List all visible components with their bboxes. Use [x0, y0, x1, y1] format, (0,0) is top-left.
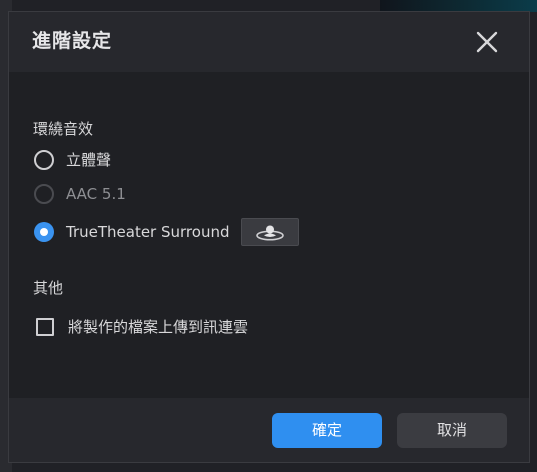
other-section-label: 其他: [33, 279, 64, 297]
dialog-body: 環繞音效 立體聲 AAC 5.1 TrueTheater Surround 其他: [9, 72, 529, 398]
upload-checkbox-label: 將製作的檔案上傳到訊連雲: [68, 318, 249, 336]
surround-section-label: 環繞音效: [33, 120, 94, 138]
radio-option-aac51: AAC 5.1: [34, 182, 126, 206]
ok-button[interactable]: 確定: [272, 413, 382, 448]
upload-checkbox[interactable]: [36, 318, 54, 336]
close-button[interactable]: [473, 28, 501, 56]
radio-aac51-label: AAC 5.1: [66, 185, 126, 203]
radio-truetheater[interactable]: [34, 222, 54, 242]
radio-option-truetheater[interactable]: TrueTheater Surround: [34, 217, 300, 247]
close-icon: [476, 31, 498, 53]
advanced-settings-dialog: 進階設定 環繞音效 立體聲 AAC 5.1 TrueTheater Surrou…: [8, 11, 530, 463]
surround-settings-icon: [256, 225, 285, 241]
surround-settings-button[interactable]: [241, 218, 300, 246]
radio-truetheater-label: TrueTheater Surround: [66, 223, 230, 241]
dialog-title: 進階設定: [32, 30, 113, 52]
radio-option-stereo[interactable]: 立體聲: [34, 148, 111, 172]
radio-aac51: [34, 184, 54, 204]
upload-option[interactable]: 將製作的檔案上傳到訊連雲: [36, 316, 248, 338]
dialog-footer: 確定 取消: [9, 398, 529, 462]
radio-stereo-label: 立體聲: [66, 151, 112, 169]
cancel-button[interactable]: 取消: [397, 413, 507, 448]
dialog-header: 進階設定: [9, 12, 529, 72]
radio-stereo[interactable]: [34, 150, 54, 170]
